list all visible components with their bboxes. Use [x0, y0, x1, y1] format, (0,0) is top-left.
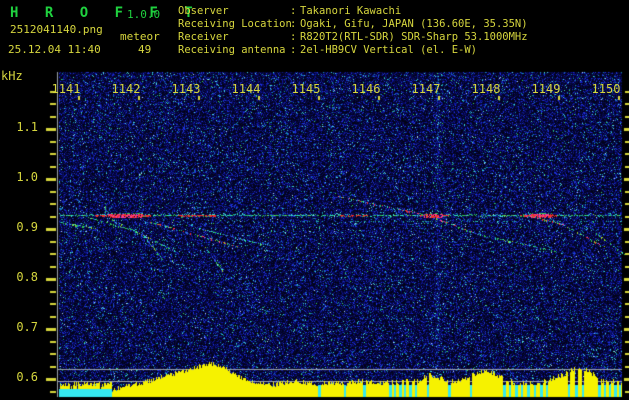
info-label: Receiving antenna — [178, 44, 286, 56]
x-tick-label: 1148 — [471, 82, 501, 96]
info-row-location: Receiving Location: Ogaki, Gifu, JAPAN (1… — [178, 18, 528, 31]
mode-label: meteor — [120, 30, 160, 43]
info-row-receiver: Receiver: R820T2(RTL-SDR) SDR-Sharp 53.10… — [178, 31, 528, 44]
info-value: Takanori Kawachi — [300, 5, 402, 17]
info-separator: : — [290, 31, 297, 43]
info-row-antenna: Receiving antenna:2el-HB9CV Vertical (el… — [178, 44, 528, 57]
x-tick-label: 1143 — [171, 82, 201, 96]
x-tick-label: 1147 — [411, 82, 441, 96]
app-version: 1.0.0 — [127, 8, 161, 21]
hrofft-screenshot: H R O F F T 1.0.0 2512041140.png meteor … — [0, 0, 629, 400]
x-tick-label: 1150 — [591, 82, 621, 96]
y-tick-label: 1.0 — [16, 170, 38, 184]
echo-count: 49 — [138, 43, 152, 56]
info-value: R820T2(RTL-SDR) SDR-Sharp 53.1000MHz — [300, 31, 528, 43]
y-tick-label: 0.8 — [16, 270, 38, 284]
x-tick-label: 1141 — [51, 82, 81, 96]
y-tick-label: 0.7 — [16, 320, 38, 334]
x-tick-label: 1149 — [531, 82, 561, 96]
x-tick-label: 1146 — [351, 82, 381, 96]
info-separator: : — [290, 18, 297, 30]
spectrogram-canvas — [0, 62, 629, 400]
x-tick-label: 1144 — [231, 82, 261, 96]
output-filename: 2512041140.png — [10, 23, 103, 36]
y-tick-label: 0.6 — [16, 370, 38, 384]
y-axis-unit-label: kHz — [1, 69, 23, 83]
datetime-label: 25.12.04 11:40 — [8, 43, 101, 56]
app-title: H R O F F T — [10, 5, 202, 21]
info-value: 2el-HB9CV Vertical (el. E-W) — [300, 44, 478, 56]
station-info: Observer: Takanori Kawachi Receiving Loca… — [178, 5, 528, 57]
info-separator: : — [290, 44, 297, 56]
info-label: Receiver — [178, 31, 229, 43]
info-label: Observer — [178, 5, 229, 17]
info-label: Receiving Location — [178, 18, 292, 30]
info-row-observer: Observer: Takanori Kawachi — [178, 5, 528, 18]
y-tick-label: 1.1 — [16, 120, 38, 134]
x-tick-label: 1145 — [291, 82, 321, 96]
x-tick-label: 1142 — [111, 82, 141, 96]
y-tick-label: 0.9 — [16, 220, 38, 234]
info-separator: : — [290, 5, 297, 17]
info-value: Ogaki, Gifu, JAPAN (136.60E, 35.35N) — [300, 18, 528, 30]
